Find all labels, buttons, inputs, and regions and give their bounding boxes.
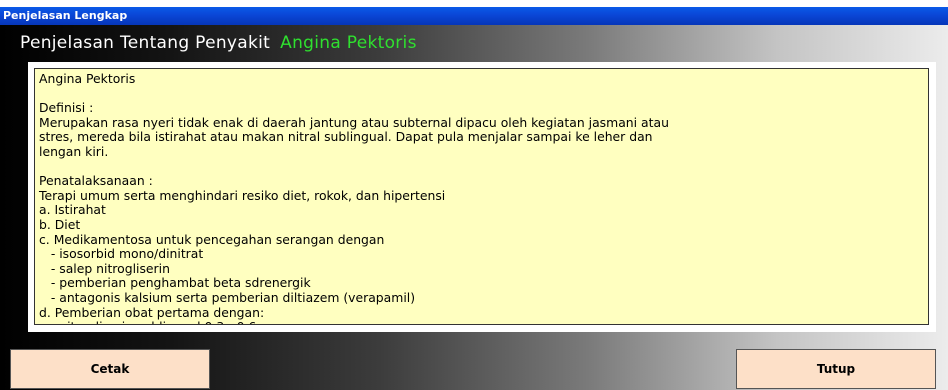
page-heading: Penjelasan Tentang Penyakit Angina Pektor…: [20, 33, 417, 53]
disease-name: Angina Pektoris: [280, 33, 417, 53]
heading-label: Penjelasan Tentang Penyakit: [20, 33, 271, 53]
print-button[interactable]: Cetak: [10, 349, 210, 389]
top-strip: [0, 0, 948, 7]
close-button[interactable]: Tutup: [736, 349, 936, 389]
title-bar[interactable]: Penjelasan Lengkap: [0, 7, 948, 25]
window-title: Penjelasan Lengkap: [3, 9, 128, 22]
explanation-textbox[interactable]: Angina Pektoris Definisi : Merupakan ras…: [34, 68, 929, 325]
dialog-window: Penjelasan Lengkap Penjelasan Tentang Pe…: [0, 0, 948, 390]
